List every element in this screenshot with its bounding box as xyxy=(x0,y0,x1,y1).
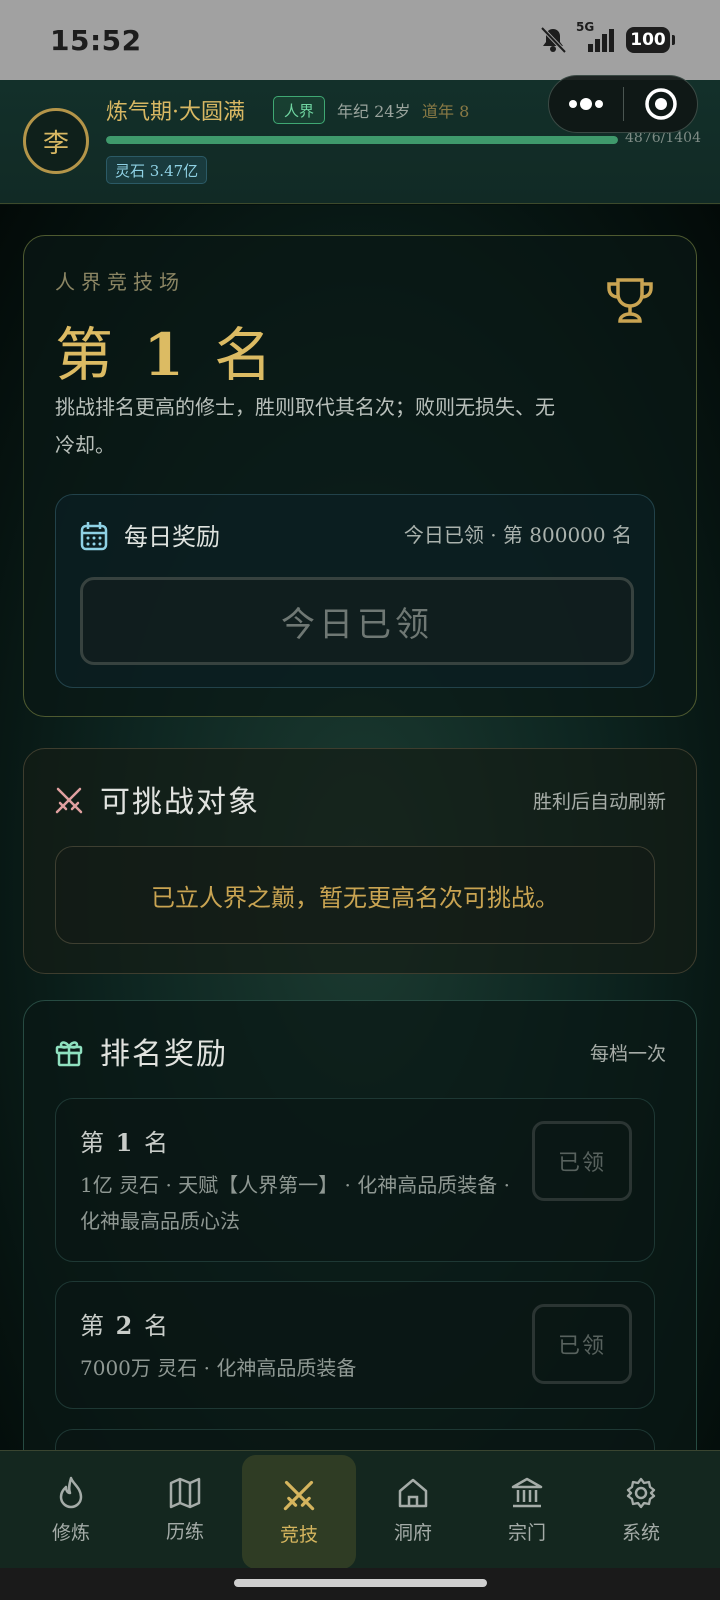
gift-icon xyxy=(55,1041,83,1067)
tab-label: 宗门 xyxy=(507,1521,546,1544)
arena-content[interactable]: 人界竞技场 第 1 名 挑战排名更高的修士，胜则取代其名次；败则无损失、无冷却。… xyxy=(0,205,720,1450)
tab-system[interactable]: 系统 xyxy=(584,1451,698,1569)
reward-rank-number: 2 xyxy=(115,1311,135,1340)
arena-label: 人界竞技场 xyxy=(55,270,185,294)
challenge-targets-card: 可挑战对象 胜利后自动刷新 已立人界之巅，暂无更高名次可挑战。 xyxy=(23,748,697,974)
arena-description: 挑战排名更高的修士，胜则取代其名次；败则无损失、无冷却。 xyxy=(55,395,555,457)
flame-icon xyxy=(59,1476,83,1508)
tab-label: 竞技 xyxy=(279,1523,318,1546)
xp-progress-fill xyxy=(106,136,618,144)
reward-rank: 第 2 名 xyxy=(80,1306,170,1341)
tab-adventure[interactable]: 历练 xyxy=(128,1451,242,1569)
daily-reward-claimed-button[interactable]: 今日已领 xyxy=(80,577,634,665)
arena-rank-card: 人界竞技场 第 1 名 挑战排名更高的修士，胜则取代其名次；败则无损失、无冷却。… xyxy=(23,235,697,717)
challenge-title: 可挑战对象 xyxy=(100,785,260,820)
rank-rewards-title: 排名奖励 xyxy=(100,1037,228,1072)
daily-reward-status: 今日已领 · 第 800000 名 xyxy=(403,523,632,547)
bottom-tab-bar: 修炼 历练 竞技 洞府 宗门 系统 xyxy=(0,1450,720,1569)
reward-rank-suffix: 名 xyxy=(143,1129,170,1157)
xp-progress-bar xyxy=(106,136,618,144)
reward-rank-prefix: 第 xyxy=(80,1129,106,1157)
target-circle-icon xyxy=(644,88,677,120)
current-rank: 第 1 名 xyxy=(55,308,278,392)
miniprogram-capsule xyxy=(548,75,698,133)
more-button[interactable] xyxy=(549,98,623,110)
reward-claimed-button[interactable]: 已领 xyxy=(532,1121,632,1201)
rank-reward-item: 第 1 名 1亿 灵石 · 天赋【人界第一】 · 化神高品质装备 · 化神最高品… xyxy=(55,1098,655,1262)
dao-years: 道年 8 xyxy=(422,102,470,121)
tab-label: 系统 xyxy=(621,1521,660,1544)
daily-reward-panel: 每日奖励 今日已领 · 第 800000 名 今日已领 xyxy=(55,494,655,688)
tab-cultivate[interactable]: 修炼 xyxy=(14,1451,128,1569)
house-icon xyxy=(398,1478,428,1507)
rank-rewards-card: 排名奖励 每档一次 第 1 名 1亿 灵石 · 天赋【人界第一】 · 化神高品质… xyxy=(23,1000,697,1450)
gear-icon xyxy=(626,1477,656,1508)
player-age: 年纪 24岁 xyxy=(337,102,411,121)
trophy-icon xyxy=(607,278,653,323)
rank-reward-item xyxy=(55,1429,655,1450)
crossed-swords-icon xyxy=(283,1480,315,1510)
rank-reward-item: 第 2 名 7000万 灵石 · 化神高品质装备 已领 xyxy=(55,1281,655,1409)
temple-icon xyxy=(511,1477,543,1507)
tab-label: 历练 xyxy=(165,1520,204,1543)
challenge-refresh-hint: 胜利后自动刷新 xyxy=(532,791,666,813)
reward-claimed-button[interactable]: 已领 xyxy=(532,1304,632,1384)
challenge-notice: 已立人界之巅，暂无更高名次可挑战。 xyxy=(55,846,655,944)
mute-bell-icon xyxy=(540,26,567,54)
avatar[interactable]: 李 xyxy=(23,108,89,174)
reward-rank-number: 1 xyxy=(115,1128,135,1157)
tab-label: 修炼 xyxy=(51,1521,90,1544)
reward-description: 1亿 灵石 · 天赋【人界第一】 · 化神高品质装备 · 化神最高品质心法 xyxy=(80,1173,510,1233)
more-dots-icon xyxy=(569,98,603,110)
tab-label: 洞府 xyxy=(393,1521,432,1544)
rank-number: 1 xyxy=(143,321,190,389)
close-miniprogram-button[interactable] xyxy=(624,87,697,121)
rank-suffix: 名 xyxy=(214,321,279,389)
home-indicator[interactable] xyxy=(234,1579,487,1587)
tab-cave-abode[interactable]: 洞府 xyxy=(356,1451,470,1569)
reward-rank-suffix: 名 xyxy=(143,1312,170,1340)
reward-rank: 第 1 名 xyxy=(80,1123,170,1158)
crossed-swords-icon xyxy=(55,787,83,814)
spirit-stone-balance: 灵石 3.47亿 xyxy=(106,156,208,184)
rank-prefix: 第 xyxy=(55,321,120,389)
status-bar: 15:52 5G 100 xyxy=(0,0,720,80)
calendar-icon xyxy=(80,522,108,551)
reward-description: 7000万 灵石 · 化神高品质装备 xyxy=(80,1356,357,1380)
reward-rank-prefix: 第 xyxy=(80,1312,106,1340)
cultivation-realm: 炼气期·大圆满 xyxy=(106,100,245,125)
rank-rewards-hint: 每档一次 xyxy=(589,1043,666,1065)
daily-reward-title: 每日奖励 xyxy=(124,523,220,551)
tab-sect[interactable]: 宗门 xyxy=(470,1451,584,1569)
map-icon xyxy=(169,1477,201,1508)
tab-arena[interactable]: 竞技 xyxy=(242,1455,356,1569)
status-time: 15:52 xyxy=(50,24,142,57)
status-icons: 5G 100 xyxy=(538,20,675,54)
battery-indicator: 100 xyxy=(626,27,675,53)
world-badge: 人界 xyxy=(273,96,326,124)
signal-icon: 5G xyxy=(576,20,618,54)
